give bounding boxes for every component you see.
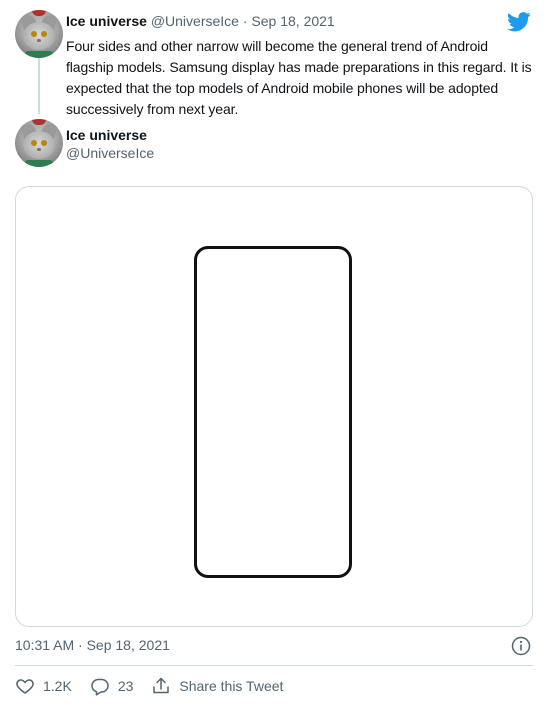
avatar[interactable] (15, 119, 63, 167)
reply-count: 23 (117, 678, 134, 694)
header-separator: · (242, 13, 248, 29)
info-icon[interactable] (511, 636, 531, 656)
tweet-timestamp[interactable]: 10:31 AM · Sep 18, 2021 (15, 637, 170, 653)
share-label: Share this Tweet (179, 678, 284, 694)
reply-bubble-icon (91, 678, 109, 696)
like-count: 1.2K (43, 678, 72, 694)
author-name[interactable]: Ice universe (66, 127, 147, 143)
like-button[interactable]: 1.2K (15, 676, 72, 696)
divider (15, 665, 533, 666)
tweet-media[interactable] (15, 186, 533, 627)
tweet-date[interactable]: Sep 18, 2021 (251, 13, 334, 29)
reply-button[interactable]: 23 (90, 676, 134, 696)
thread-connector-line (38, 58, 40, 114)
share-button[interactable]: Share this Tweet (151, 676, 283, 696)
author-name[interactable]: Ice universe (66, 13, 147, 29)
heart-icon (16, 679, 34, 694)
action-bar: 1.2K 23 Share this Tweet (15, 676, 301, 696)
author-handle[interactable]: @UniverseIce (151, 13, 239, 29)
avatar[interactable] (15, 10, 63, 58)
tweet-text: Four sides and other narrow will become … (66, 38, 532, 117)
phone-outline-image (194, 246, 352, 578)
author-handle[interactable]: @UniverseIce (66, 145, 154, 161)
tweet-header: Ice universe @UniverseIce · Sep 18, 2021 (66, 13, 335, 29)
share-icon (153, 677, 170, 694)
twitter-bird-icon[interactable] (507, 12, 531, 32)
